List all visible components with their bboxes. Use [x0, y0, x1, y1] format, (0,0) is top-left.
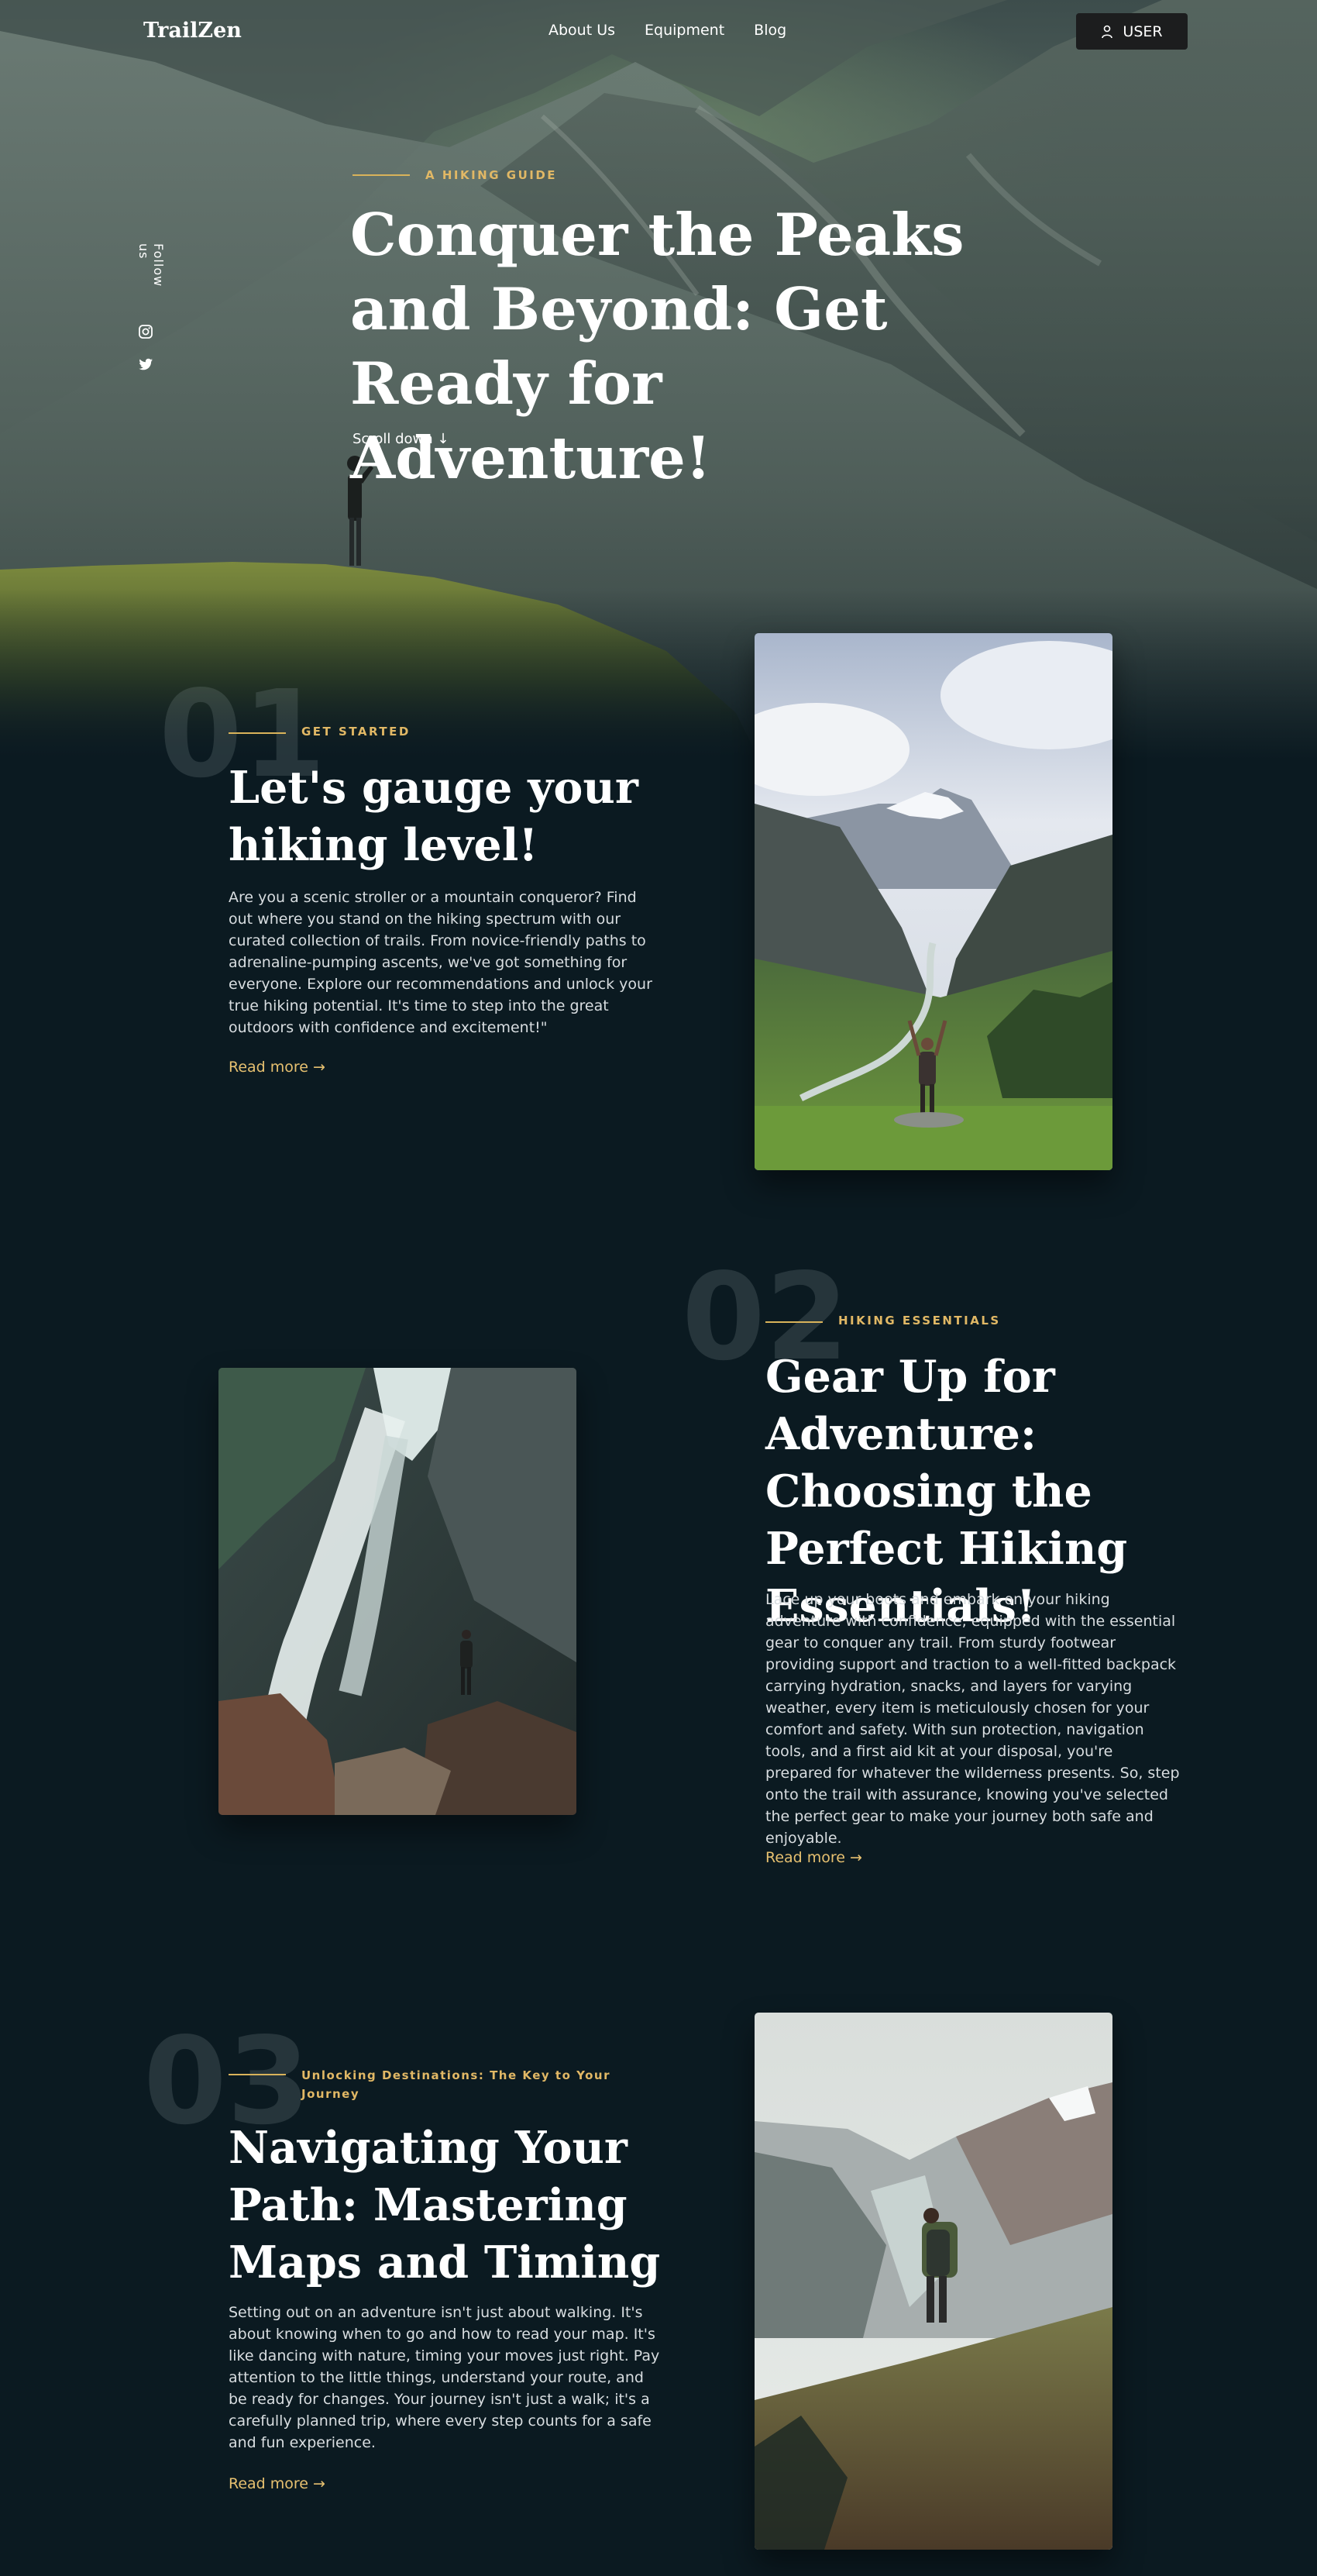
section-03-title: Navigating Your Path: Mastering Maps and…: [229, 2122, 661, 2288]
waterfall-hiker-photo: [218, 1368, 576, 1815]
eyebrow-divider: [229, 2074, 286, 2075]
nav-link-about-us[interactable]: About Us: [548, 22, 615, 39]
section-01-eyebrow: GET STARTED: [229, 725, 642, 739]
section-01-image: [755, 633, 1112, 1170]
twitter-icon[interactable]: [138, 356, 153, 372]
section-03-read-more-link[interactable]: Read more →: [229, 2475, 325, 2492]
section-01-eyebrow-text: GET STARTED: [301, 725, 411, 739]
user-icon: [1102, 25, 1113, 38]
section-03-image: [755, 2013, 1112, 2550]
hero-eyebrow: A HIKING GUIDE: [352, 168, 557, 182]
section-02-body: Lace up your boots and embark on your hi…: [765, 1591, 1180, 1847]
section-03-body: Setting out on an adventure isn't just a…: [229, 2304, 660, 2451]
section-01-body: Are you a scenic stroller or a mountain …: [229, 889, 652, 1036]
section-03-eyebrow: Unlocking Destinations: The Key to Your …: [229, 2066, 665, 2103]
follow-us-label: Follow us: [136, 243, 166, 288]
nav-link-blog[interactable]: Blog: [754, 22, 786, 39]
user-button-label: USER: [1123, 22, 1163, 40]
section-02-eyebrow-text: HIKING ESSENTIALS: [838, 1314, 1001, 1328]
eyebrow-divider: [765, 1321, 823, 1323]
eyebrow-divider: [352, 174, 410, 176]
nav-link-equipment[interactable]: Equipment: [645, 22, 724, 39]
eyebrow-divider: [229, 732, 286, 734]
nav-links: About Us Equipment Blog: [548, 22, 786, 39]
scroll-down-link[interactable]: Scroll down ↓: [352, 431, 449, 447]
hero-title: Conquer the Peaks and Beyond: Get Ready …: [350, 201, 965, 492]
section-02-read-more-link[interactable]: Read more →: [765, 1849, 862, 1866]
section-02-eyebrow: HIKING ESSENTIALS: [765, 1314, 1179, 1328]
section-01-title: Let's gauge your hiking level!: [229, 762, 638, 871]
section-03-eyebrow-text: Unlocking Destinations: The Key to Your …: [301, 2068, 610, 2101]
user-button[interactable]: USER: [1076, 13, 1188, 50]
mountain-backpacker-photo: [755, 2013, 1112, 2550]
site-logo[interactable]: TrailZen: [143, 19, 242, 43]
hero-eyebrow-text: A HIKING GUIDE: [425, 168, 558, 182]
section-02-image: [218, 1368, 576, 1815]
hero-section: TrailZen About Us Equipment Blog USER Fo…: [0, 0, 1317, 759]
valley-hiker-photo: [755, 633, 1112, 1170]
section-01-read-more-link[interactable]: Read more →: [229, 1059, 325, 1076]
instagram-icon[interactable]: [138, 324, 153, 339]
top-navigation: TrailZen About Us Equipment Blog USER: [0, 0, 1317, 64]
